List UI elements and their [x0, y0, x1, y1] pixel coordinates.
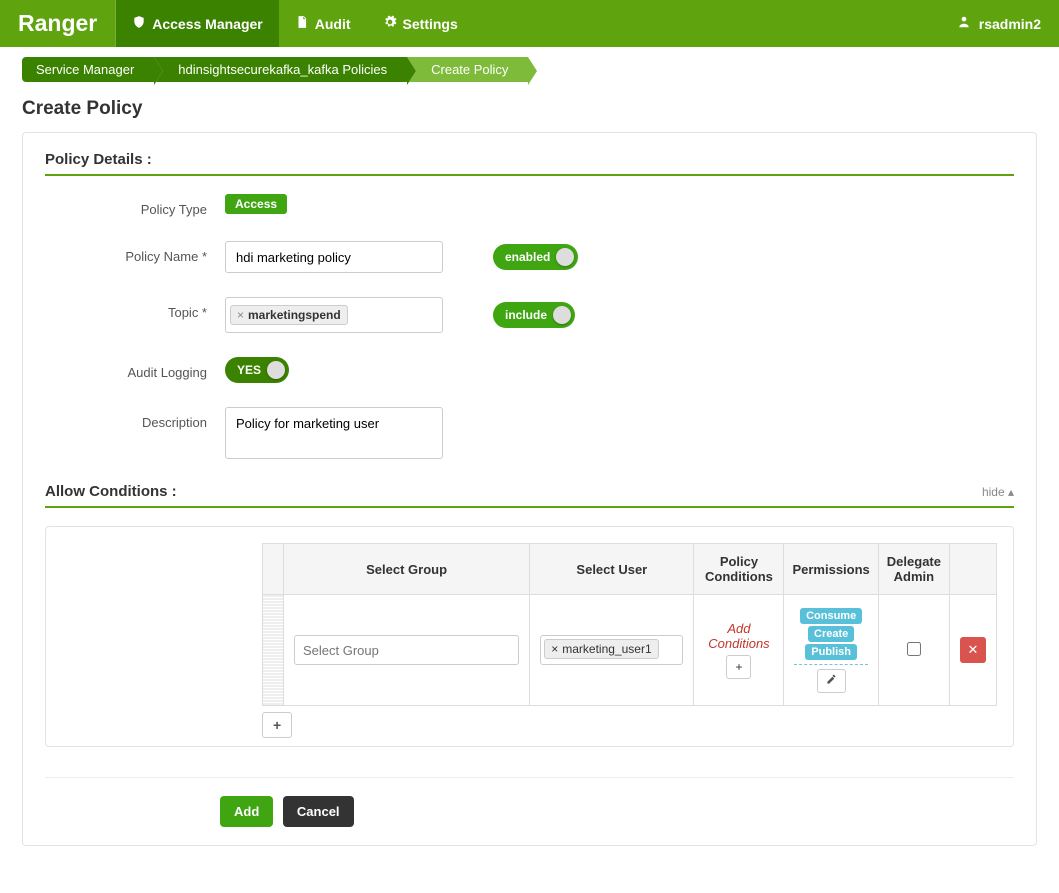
- nav-audit[interactable]: Audit: [279, 0, 367, 47]
- permission-tag: Publish: [805, 644, 857, 660]
- select-group-input[interactable]: [294, 635, 519, 665]
- label-description: Description: [45, 407, 225, 430]
- toggle-label: enabled: [505, 250, 550, 264]
- toggle-label: YES: [237, 363, 261, 377]
- user-token[interactable]: × marketing_user1: [544, 639, 658, 659]
- conditions-panel: Select Group Select User Policy Conditio…: [45, 526, 1014, 747]
- gear-icon: [383, 15, 397, 32]
- add-button[interactable]: Add: [220, 796, 273, 827]
- add-conditions-link[interactable]: Add Conditions: [704, 621, 773, 651]
- cancel-button[interactable]: Cancel: [283, 796, 354, 827]
- policy-name-input[interactable]: [225, 241, 443, 273]
- enabled-toggle[interactable]: enabled: [493, 244, 578, 270]
- chevron-up-icon: ▴: [1008, 485, 1014, 499]
- label-topic: Topic *: [45, 297, 225, 320]
- user-menu[interactable]: rsadmin2: [939, 0, 1059, 47]
- token-text: marketing_user1: [562, 642, 651, 656]
- col-delegate-admin: Delegate Admin: [878, 544, 949, 595]
- toggle-label: include: [505, 308, 547, 322]
- tag-text: marketingspend: [248, 308, 341, 322]
- table-row: × marketing_user1 Add Conditions + Cons: [263, 595, 997, 706]
- drag-handle[interactable]: [263, 595, 284, 706]
- permission-tag: Consume: [800, 608, 862, 624]
- audit-toggle[interactable]: YES: [225, 357, 289, 383]
- policy-type-badge: Access: [225, 194, 287, 214]
- include-toggle[interactable]: include: [493, 302, 575, 328]
- breadcrumb: Service Manager hdinsightsecurekafka_kaf…: [0, 47, 1059, 92]
- col-select-user: Select User: [530, 544, 694, 595]
- col-select-group: Select Group: [284, 544, 530, 595]
- col-permissions: Permissions: [784, 544, 878, 595]
- shield-icon: [132, 15, 146, 32]
- close-icon[interactable]: ×: [237, 308, 244, 322]
- label-audit-logging: Audit Logging: [45, 357, 225, 380]
- footer-actions: Add Cancel: [45, 777, 1014, 827]
- edit-permissions-button[interactable]: [817, 669, 846, 693]
- nav-label: Settings: [403, 16, 458, 32]
- nav-access-manager[interactable]: Access Manager: [116, 0, 279, 47]
- user-icon: [957, 15, 971, 32]
- nav-label: Access Manager: [152, 16, 263, 32]
- permission-tag: Create: [808, 626, 854, 642]
- section-policy-details: Policy Details :: [45, 151, 1014, 176]
- permissions-group: Consume Create Publish: [794, 607, 867, 665]
- label-policy-type: Policy Type: [45, 194, 225, 217]
- crumb-service-manager[interactable]: Service Manager: [22, 57, 154, 82]
- crumb-create-policy[interactable]: Create Policy: [407, 57, 528, 82]
- hide-link[interactable]: hide ▴: [982, 485, 1014, 499]
- add-condition-button[interactable]: +: [726, 655, 751, 679]
- toggle-knob: [553, 306, 571, 324]
- col-policy-conditions: Policy Conditions: [694, 544, 784, 595]
- description-input[interactable]: Policy for marketing user: [225, 407, 443, 459]
- main-panel: Policy Details : Policy Type Access Poli…: [22, 132, 1037, 846]
- topic-tag[interactable]: × marketingspend: [230, 305, 348, 325]
- conditions-table: Select Group Select User Policy Conditio…: [262, 543, 997, 706]
- brand-logo: Ranger: [0, 0, 116, 47]
- crumb-policies[interactable]: hdinsightsecurekafka_kafka Policies: [154, 57, 407, 82]
- close-icon[interactable]: ×: [551, 642, 558, 656]
- nav-label: Audit: [315, 16, 351, 32]
- add-row-button[interactable]: +: [262, 712, 292, 738]
- username: rsadmin2: [979, 16, 1041, 32]
- section-allow-conditions: Allow Conditions :: [45, 483, 177, 500]
- topic-input[interactable]: × marketingspend: [225, 297, 443, 333]
- document-icon: [295, 15, 309, 32]
- toggle-knob: [267, 361, 285, 379]
- page-title: Create Policy: [0, 92, 1059, 132]
- delete-row-button[interactable]: ✕: [960, 637, 986, 663]
- close-icon: ✕: [968, 642, 979, 657]
- top-nav: Ranger Access Manager Audit Settings rsa…: [0, 0, 1059, 47]
- nav-settings[interactable]: Settings: [367, 0, 474, 47]
- toggle-knob: [556, 248, 574, 266]
- delegate-admin-checkbox[interactable]: [907, 642, 921, 656]
- select-user-input[interactable]: × marketing_user1: [540, 635, 683, 665]
- pencil-icon: [826, 674, 837, 685]
- label-policy-name: Policy Name *: [45, 241, 225, 264]
